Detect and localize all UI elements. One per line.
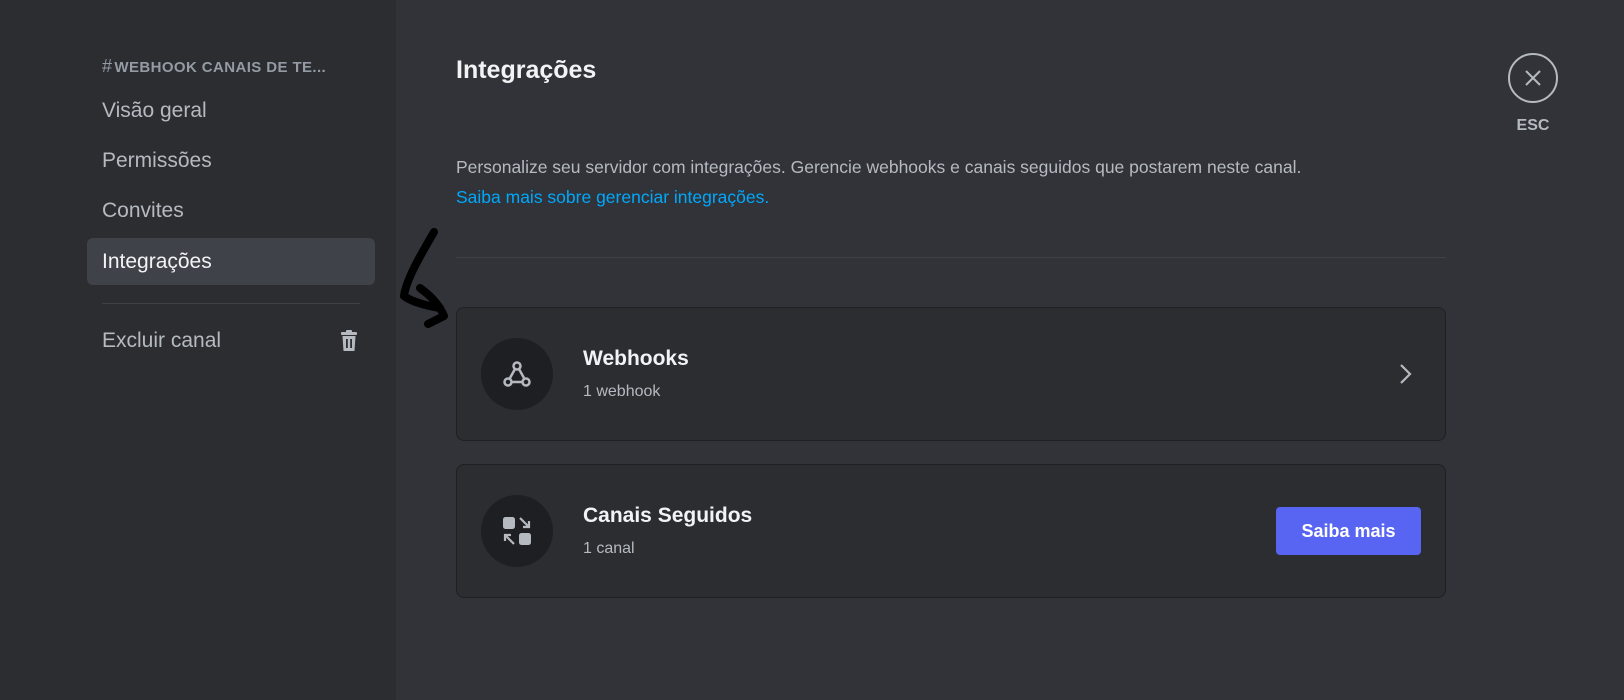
chevron-right-icon[interactable] <box>1399 362 1413 386</box>
trash-icon <box>341 330 357 351</box>
sidebar-item-label: Integrações <box>102 250 212 273</box>
learn-more-link[interactable]: Saiba mais sobre gerenciar integrações. <box>456 182 1446 212</box>
webhook-icon-container <box>481 338 553 410</box>
settings-sidebar: # WEBHOOK CANAIS DE TE... Visão geral Per… <box>0 0 396 700</box>
card-subtitle: 1 webhook <box>583 383 661 400</box>
sidebar-item-label: Convites <box>102 199 184 222</box>
sidebar-divider <box>102 303 360 304</box>
followed-channels-card: Canais Seguidos 1 canal Saiba mais <box>456 464 1446 598</box>
learn-more-button[interactable]: Saiba mais <box>1276 507 1421 555</box>
channel-name: WEBHOOK CANAIS DE TE... <box>114 59 327 76</box>
hand-drawn-arrow <box>400 228 448 328</box>
section-divider <box>456 257 1446 258</box>
sidebar-item-overview[interactable]: Visão geral <box>87 87 375 134</box>
sidebar-item-label: Permissões <box>102 149 212 172</box>
card-title: Canais Seguidos <box>583 504 753 527</box>
page-title: Integrações <box>456 56 597 84</box>
follow-channels-icon <box>503 517 531 545</box>
sidebar-item-invites[interactable]: Convites <box>87 187 375 234</box>
sidebar-item-integrations[interactable]: Integrações <box>87 238 375 285</box>
follow-icon-container <box>481 495 553 567</box>
card-subtitle: 1 canal <box>583 540 635 557</box>
hash-icon: # <box>102 56 113 76</box>
delete-channel-label: Excluir canal <box>102 329 222 352</box>
card-title: Webhooks <box>583 347 689 370</box>
close-settings: ESC <box>1505 53 1561 135</box>
description-text: Personalize seu servidor com integrações… <box>456 157 1302 177</box>
webhook-icon <box>503 361 531 387</box>
delete-channel-button[interactable]: Excluir canal <box>87 317 375 364</box>
sidebar-item-permissions[interactable]: Permissões <box>87 137 375 184</box>
webhooks-card[interactable]: Webhooks 1 webhook <box>456 307 1446 441</box>
page-description: Personalize seu servidor com integrações… <box>456 152 1446 212</box>
esc-label: ESC <box>1516 117 1550 134</box>
close-button[interactable] <box>1508 53 1558 103</box>
close-icon <box>1525 70 1541 86</box>
sidebar-channel-header: # WEBHOOK CANAIS DE TE... <box>102 56 362 77</box>
sidebar-item-label: Visão geral <box>102 99 207 122</box>
